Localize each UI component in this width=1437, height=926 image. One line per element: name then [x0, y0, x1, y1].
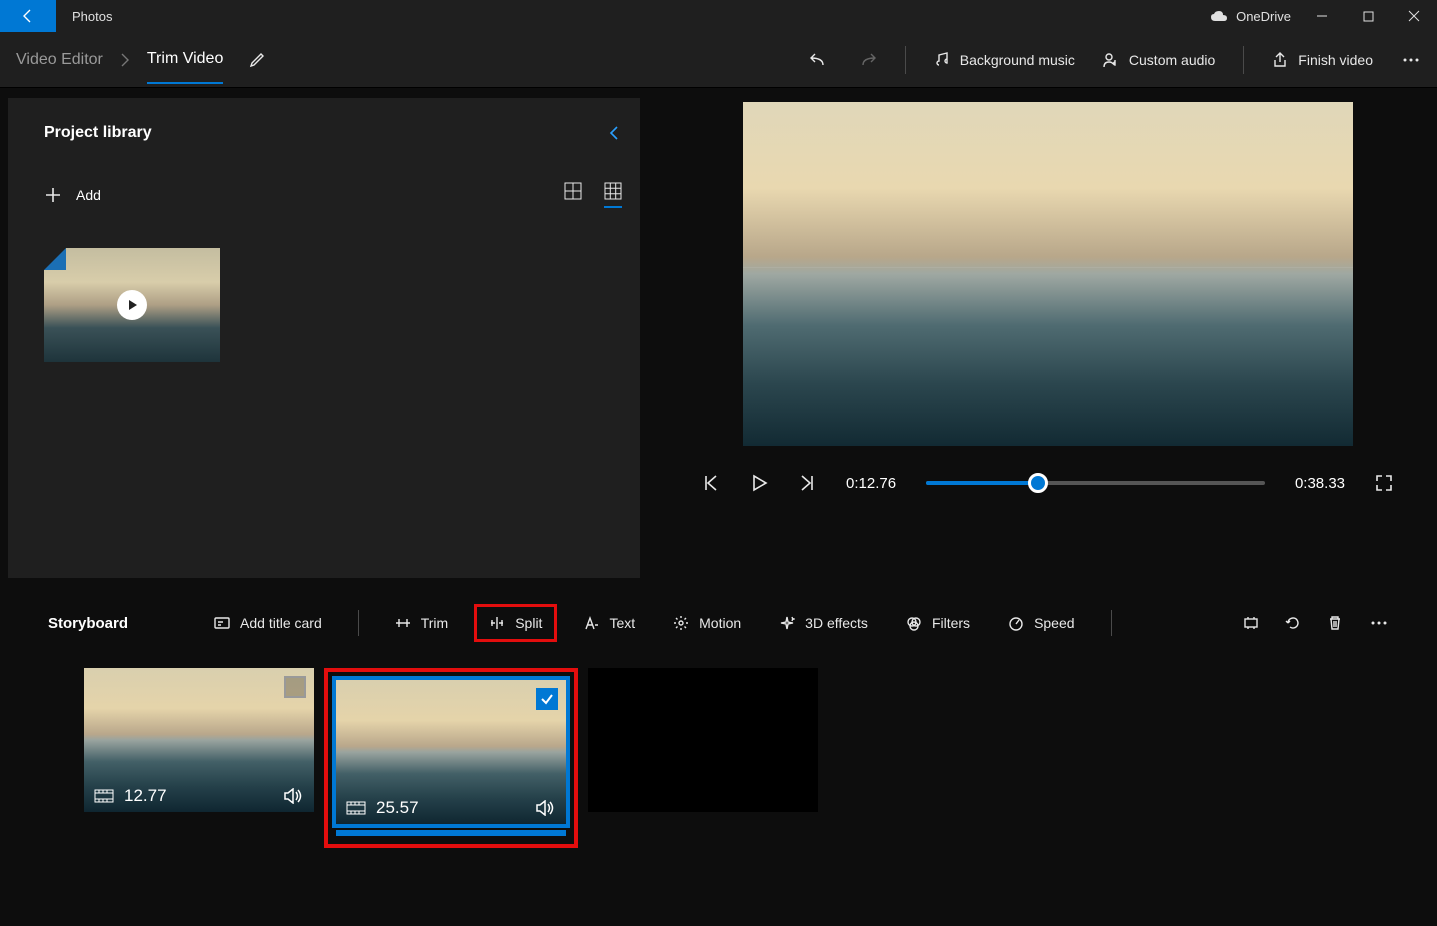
seek-slider[interactable]: [926, 481, 1265, 485]
add-media-button[interactable]: Add: [44, 186, 101, 204]
collapse-panel-button[interactable]: [606, 125, 622, 141]
next-frame-button[interactable]: [798, 474, 816, 492]
app-title: Photos: [56, 9, 1210, 24]
clip-checkbox[interactable]: [536, 688, 558, 710]
maximize-icon: [1363, 11, 1374, 22]
storyboard-title: Storyboard: [48, 615, 128, 632]
separator: [905, 46, 906, 74]
maximize-button[interactable]: [1345, 0, 1391, 32]
separator: [1111, 610, 1112, 636]
text-icon: [583, 615, 599, 631]
trim-button[interactable]: Trim: [383, 607, 460, 639]
filters-icon: [906, 615, 922, 631]
plus-icon: [44, 186, 62, 204]
storyboard-more-button[interactable]: [1369, 613, 1389, 633]
background-music-button[interactable]: Background music: [934, 52, 1075, 68]
chevron-right-icon: [117, 52, 133, 68]
play-button[interactable]: [750, 474, 768, 492]
sparkle-icon: [779, 615, 795, 631]
export-icon: [1272, 52, 1288, 68]
prev-frame-button[interactable]: [702, 474, 720, 492]
pencil-icon[interactable]: [249, 52, 265, 68]
current-time: 0:12.76: [846, 475, 896, 492]
speed-button[interactable]: Speed: [996, 607, 1086, 639]
content-area: Project library Add: [0, 88, 1437, 578]
preview-panel: 0:12.76 0:38.33: [640, 88, 1437, 578]
used-indicator-icon: [44, 248, 66, 270]
close-icon: [1408, 10, 1420, 22]
add-label: Add: [76, 187, 101, 203]
redo-button[interactable]: [857, 50, 877, 70]
clip-duration: 12.77: [124, 786, 167, 806]
player-controls: 0:12.76 0:38.33: [688, 474, 1407, 492]
cloud-icon: [1210, 10, 1228, 22]
add-title-card-button[interactable]: Add title card: [202, 607, 334, 639]
storyboard-drop-placeholder[interactable]: [588, 668, 818, 812]
trim-icon: [395, 615, 411, 631]
preview-video[interactable]: [743, 102, 1353, 446]
title-card-icon: [214, 615, 230, 631]
arrow-left-icon: [20, 8, 36, 24]
check-icon: [540, 692, 554, 706]
person-music-icon: [1103, 52, 1119, 68]
project-library-title: Project library: [44, 124, 606, 142]
total-time: 0:38.33: [1295, 475, 1345, 492]
resize-button[interactable]: [1243, 615, 1259, 631]
back-button[interactable]: [0, 0, 56, 32]
storyboard-clip[interactable]: 12.77: [84, 668, 314, 812]
volume-icon[interactable]: [536, 800, 556, 816]
minimize-button[interactable]: [1299, 0, 1345, 32]
music-icon: [934, 52, 950, 68]
rotate-button[interactable]: [1285, 615, 1301, 631]
titlebar: Photos OneDrive: [0, 0, 1437, 32]
fullscreen-button[interactable]: [1375, 474, 1393, 492]
breadcrumb-root[interactable]: Video Editor: [16, 51, 103, 69]
finish-video-label: Finish video: [1298, 52, 1373, 68]
command-bar: Video Editor Trim Video Background music…: [0, 32, 1437, 88]
speed-icon: [1008, 615, 1024, 631]
video-icon: [346, 801, 366, 815]
motion-button[interactable]: Motion: [661, 607, 753, 639]
background-music-label: Background music: [960, 52, 1075, 68]
breadcrumb-current[interactable]: Trim Video: [147, 50, 223, 84]
finish-video-button[interactable]: Finish video: [1272, 52, 1373, 68]
minimize-icon: [1316, 10, 1328, 22]
clip-checkbox[interactable]: [284, 676, 306, 698]
seek-fill: [926, 481, 1038, 485]
seek-thumb[interactable]: [1028, 473, 1048, 493]
separator: [1243, 46, 1244, 74]
text-button[interactable]: Text: [571, 607, 647, 639]
3d-effects-button[interactable]: 3D effects: [767, 607, 880, 639]
separator: [358, 610, 359, 636]
split-icon: [489, 615, 505, 631]
undo-button[interactable]: [809, 50, 829, 70]
play-overlay-icon: [117, 290, 147, 320]
filters-button[interactable]: Filters: [894, 607, 982, 639]
custom-audio-button[interactable]: Custom audio: [1103, 52, 1215, 68]
grid-large-button[interactable]: [564, 182, 582, 200]
onedrive-label: OneDrive: [1236, 9, 1291, 24]
storyboard-toolbar: Storyboard Add title card Trim Split Tex…: [0, 588, 1437, 658]
video-icon: [94, 789, 114, 803]
motion-icon: [673, 615, 689, 631]
grid-small-button[interactable]: [604, 182, 622, 208]
split-button[interactable]: Split: [474, 604, 557, 642]
project-library-panel: Project library Add: [8, 98, 640, 578]
library-clip-thumbnail[interactable]: [44, 248, 220, 362]
clip-duration: 25.57: [376, 798, 419, 818]
clip-progress-bar: [336, 830, 566, 836]
custom-audio-label: Custom audio: [1129, 52, 1215, 68]
storyboard-clip[interactable]: 25.57: [324, 668, 578, 848]
onedrive-button[interactable]: OneDrive: [1210, 9, 1291, 24]
volume-icon[interactable]: [284, 788, 304, 804]
breadcrumb: Video Editor Trim Video: [16, 36, 265, 84]
close-button[interactable]: [1391, 0, 1437, 32]
more-button[interactable]: [1401, 50, 1421, 70]
storyboard-clips: 12.77 25.57: [0, 658, 1437, 898]
grid-small-icon: [604, 182, 622, 200]
delete-button[interactable]: [1327, 615, 1343, 631]
